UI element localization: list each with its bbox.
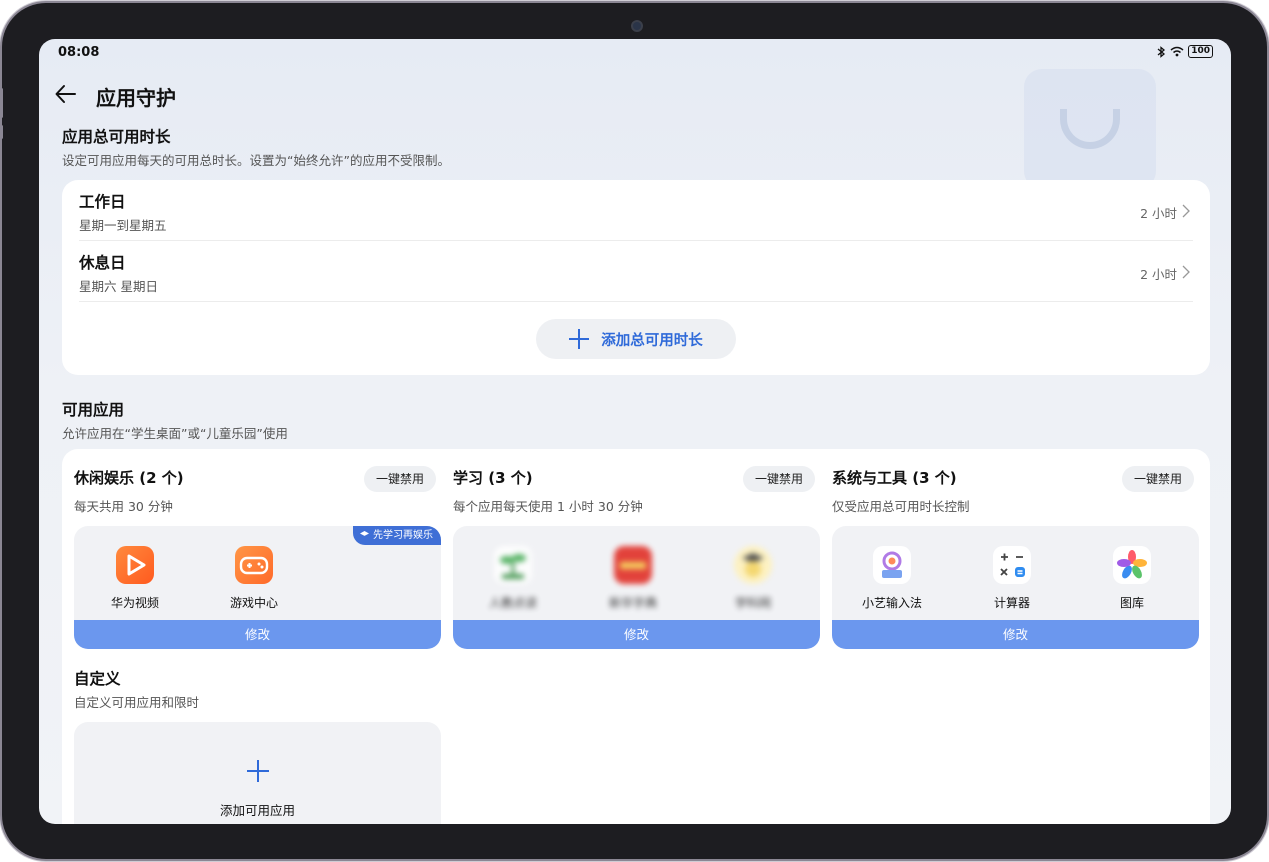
chevron-right-icon <box>1182 265 1190 279</box>
video-icon <box>116 546 154 584</box>
app-study-2[interactable]: 新华字典 <box>583 546 683 611</box>
add-total-time-button[interactable]: 添加总可用时长 <box>536 319 736 359</box>
group-subtitle: 每天共用 30 分钟 <box>74 499 173 514</box>
app-label: 小艺输入法 <box>861 596 922 610</box>
app-label: 华为视频 <box>110 596 159 610</box>
row-value: 2 小时 <box>1140 267 1177 282</box>
weekend-row[interactable]: 休息日 星期六 星期日 2 小时 <box>79 241 1193 302</box>
app-label: 人教点读 <box>488 596 537 610</box>
disable-all-button[interactable]: 一键禁用 <box>743 466 815 492</box>
group-subtitle: 每个应用每天使用 1 小时 30 分钟 <box>453 499 643 514</box>
shopping-bag-decoration-icon <box>1024 69 1156 189</box>
modify-button[interactable]: 修改 <box>453 620 820 649</box>
app-box: 小艺输入法 计算器 图库 修改 <box>832 526 1199 649</box>
custom-title: 自定义 <box>74 670 121 688</box>
study-first-badge: 先学习再娱乐 <box>353 526 441 545</box>
sprout-icon <box>494 546 532 584</box>
disable-all-button[interactable]: 一键禁用 <box>364 466 436 492</box>
group-title: 学习 (3 个) <box>453 469 533 487</box>
screen: 08:08 100 应用守护 应用总可用时长 设定可用应用每天的可用总时长。设置… <box>39 39 1231 824</box>
app-celia-keyboard[interactable]: 小艺输入法 <box>842 546 942 611</box>
app-game-center[interactable]: 游戏中心 <box>204 546 304 611</box>
calculator-icon <box>993 546 1031 584</box>
total-time-subtitle: 设定可用应用每天的可用总时长。设置为“始终允许”的应用不受限制。 <box>62 153 450 168</box>
group-subtitle: 仅受应用总可用时长控制 <box>832 499 970 514</box>
group-title: 休闲娱乐 (2 个) <box>74 469 184 487</box>
total-time-card: 工作日 星期一到星期五 2 小时 休息日 星期六 星期日 2 小时 添加总可用时… <box>62 180 1210 375</box>
front-camera <box>631 20 643 32</box>
row-desc: 星期六 星期日 <box>79 279 158 294</box>
app-study-3[interactable]: 学科网 <box>703 546 803 611</box>
gamepad-icon <box>235 546 273 584</box>
row-desc: 星期一到星期五 <box>79 218 167 233</box>
app-label: 计算器 <box>993 596 1030 610</box>
chevron-right-icon <box>1182 204 1190 218</box>
app-huawei-video[interactable]: 华为视频 <box>85 546 185 611</box>
app-label: 学科网 <box>734 596 771 610</box>
dictionary-icon <box>614 546 652 584</box>
app-label: 新华字典 <box>608 596 657 610</box>
add-available-app-label: 添加可用应用 <box>219 803 295 818</box>
page-title: 应用守护 <box>96 86 176 110</box>
bluetooth-icon <box>1157 45 1166 58</box>
available-apps-title: 可用应用 <box>62 401 125 419</box>
app-label: 游戏中心 <box>229 596 278 610</box>
group-title: 系统与工具 (3 个) <box>832 469 957 487</box>
power-button <box>0 125 3 139</box>
wifi-icon <box>1170 46 1184 57</box>
gallery-icon <box>1113 546 1151 584</box>
graduation-cap-icon <box>360 531 369 536</box>
custom-subtitle: 自定义可用应用和限时 <box>74 695 200 710</box>
row-name: 休息日 <box>79 254 126 272</box>
modify-button[interactable]: 修改 <box>832 620 1199 649</box>
total-time-title: 应用总可用时长 <box>62 128 171 146</box>
row-value: 2 小时 <box>1140 206 1177 221</box>
plus-icon <box>247 760 269 782</box>
available-apps-subtitle: 允许应用在“学生桌面”或“儿童乐园”使用 <box>62 426 288 441</box>
student-icon <box>734 546 772 584</box>
app-gallery[interactable]: 图库 <box>1082 546 1182 611</box>
keyboard-icon <box>873 546 911 584</box>
status-time: 08:08 <box>58 45 100 60</box>
app-label: 图库 <box>1119 596 1144 610</box>
app-box: 人教点读 新华字典 学科网 修改 <box>453 526 820 649</box>
disable-all-button[interactable]: 一键禁用 <box>1122 466 1194 492</box>
app-calculator[interactable]: 计算器 <box>962 546 1062 611</box>
row-name: 工作日 <box>79 193 126 211</box>
status-icons: 100 <box>1157 45 1213 58</box>
volume-button <box>0 88 3 118</box>
add-available-app-button[interactable]: 添加可用应用 <box>74 722 441 824</box>
back-arrow-icon[interactable] <box>53 81 79 107</box>
workday-row[interactable]: 工作日 星期一到星期五 2 小时 <box>79 180 1193 241</box>
add-total-time-label: 添加总可用时长 <box>601 332 703 349</box>
app-box: 先学习再娱乐 华为视频 游戏中心 修改 <box>74 526 441 649</box>
modify-button[interactable]: 修改 <box>74 620 441 649</box>
battery-icon: 100 <box>1188 45 1213 58</box>
plus-icon <box>569 329 590 349</box>
status-bar: 08:08 100 <box>39 39 1231 67</box>
app-study-1[interactable]: 人教点读 <box>463 546 563 611</box>
